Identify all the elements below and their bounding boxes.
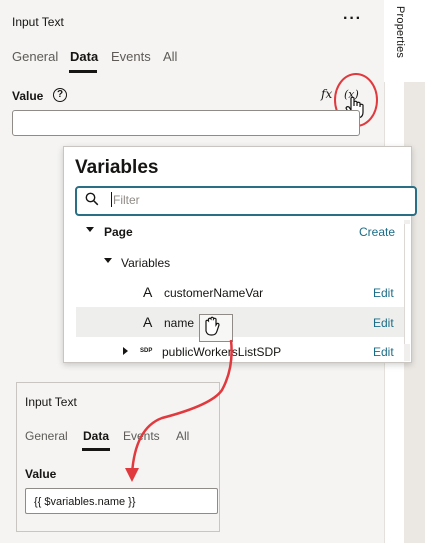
drag-path-arrow <box>125 339 233 482</box>
